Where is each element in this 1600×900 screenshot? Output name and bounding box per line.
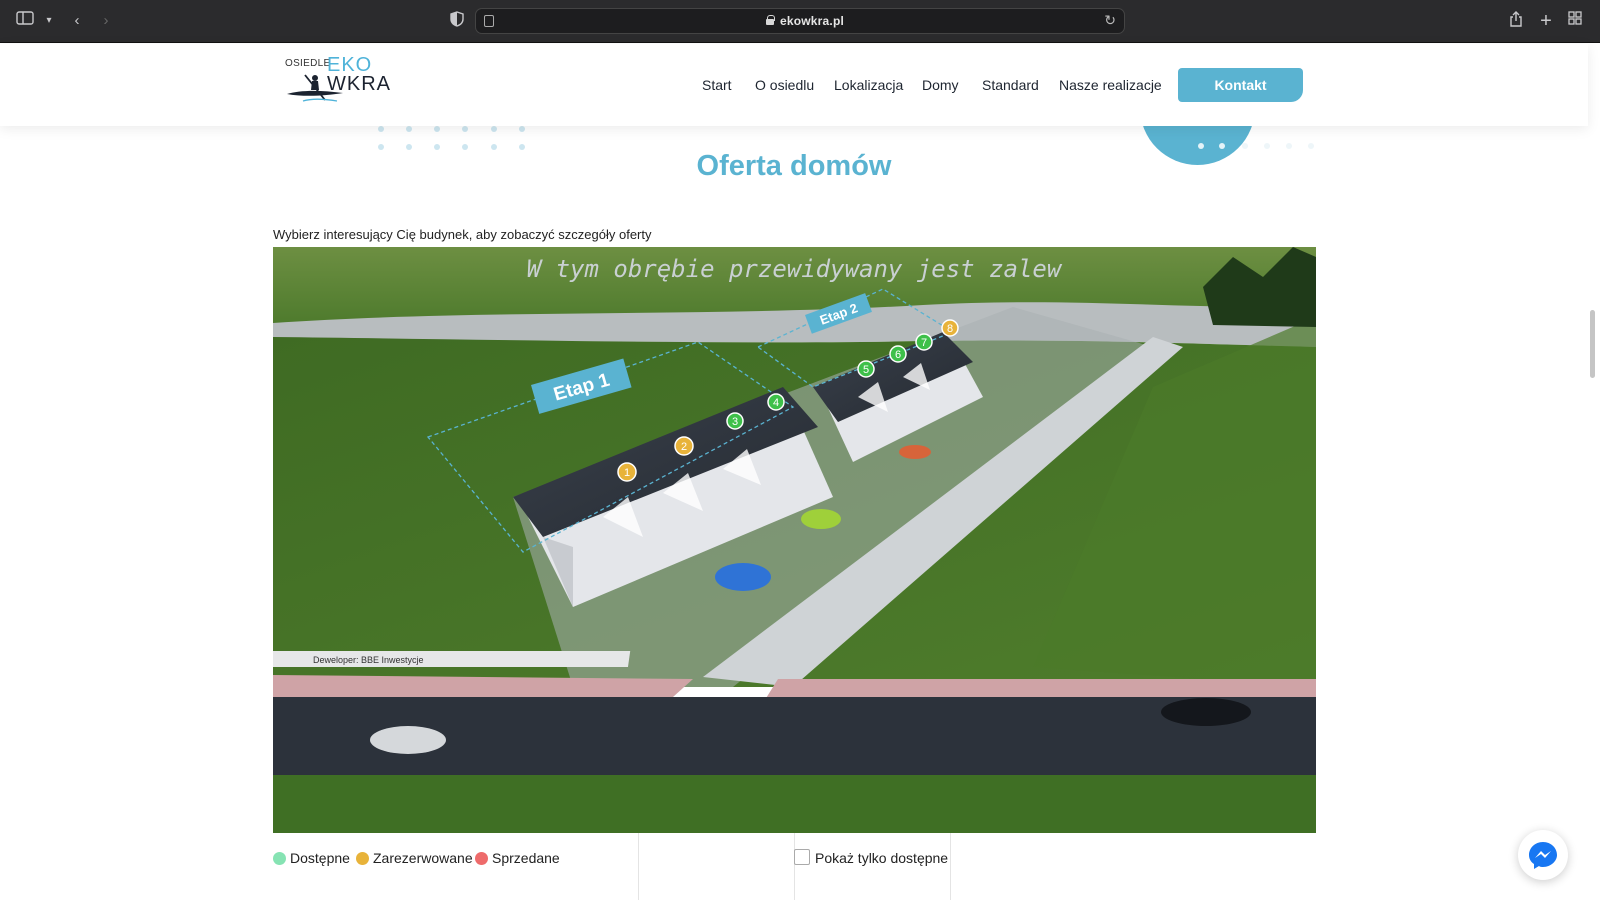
flood-zone-banner: W tym obrębie przewidywany jest zalew — [527, 255, 1063, 283]
forward-icon[interactable]: › — [95, 11, 117, 31]
messenger-icon — [1529, 842, 1557, 869]
decorative-dot — [1286, 143, 1292, 149]
browser-toolbar: ▾ ‹ › ekowkra.pl ↻ + — [0, 0, 1600, 43]
legend-sold: Sprzedane — [475, 850, 560, 866]
house-marker-3[interactable]: 3 — [726, 412, 744, 430]
house-marker-label: 3 — [732, 416, 738, 428]
legend-dot-reserved — [356, 852, 369, 865]
page-title: Oferta domów — [696, 150, 892, 182]
grass-bottom — [273, 775, 1316, 833]
house-marker-6[interactable]: 6 — [889, 345, 907, 363]
decorative-dot — [378, 126, 384, 132]
legend-dot-available — [273, 852, 286, 865]
nav-item-lokalizacja[interactable]: Lokalizacja — [834, 77, 903, 93]
nav-item-domy[interactable]: Domy — [922, 77, 959, 93]
decorative-dot — [1198, 143, 1204, 149]
sidebar-toggle-icon[interactable] — [14, 11, 36, 31]
house-marker-8[interactable]: 8 — [941, 319, 959, 337]
back-icon[interactable]: ‹ — [66, 11, 88, 31]
decorative-dot — [1242, 143, 1248, 149]
car-orange — [899, 445, 931, 459]
estate-aerial-map[interactable]: Deweloper: BBE Inwestycje W tym obrębie … — [273, 247, 1316, 833]
legend-reserved-label: Zarezerwowane — [373, 850, 473, 866]
show-only-available-checkbox[interactable] — [794, 849, 810, 865]
house-marker-label: 6 — [895, 349, 901, 361]
decorative-dot — [491, 126, 497, 132]
kontakt-button[interactable]: Kontakt — [1178, 68, 1303, 102]
house-marker-label: 5 — [863, 364, 869, 376]
site-header: OSIEDLE EKO WKRA Start O osiedlu Lokaliz… — [0, 44, 1588, 126]
legend-dot-sold — [475, 852, 488, 865]
divider — [794, 833, 795, 900]
house-marker-label: 1 — [624, 467, 630, 479]
decorative-dot — [519, 126, 525, 132]
house-marker-5[interactable]: 5 — [857, 360, 875, 378]
house-marker-2[interactable]: 2 — [674, 436, 694, 456]
nav-item-start[interactable]: Start — [702, 77, 732, 93]
car-blue — [715, 563, 771, 591]
legend-reserved: Zarezerwowane — [356, 850, 473, 866]
new-tab-icon[interactable]: + — [1535, 11, 1557, 31]
decorative-dot — [406, 126, 412, 132]
car-black — [1161, 698, 1251, 726]
car-silver — [370, 726, 446, 754]
decorative-dot — [434, 126, 440, 132]
page-icon — [484, 15, 494, 27]
site-logo[interactable]: OSIEDLE EKO WKRA — [285, 54, 395, 112]
house-marker-label: 4 — [773, 397, 779, 409]
page-subtitle: Wybierz interesujący Cię budynek, aby zo… — [273, 227, 652, 242]
house-marker-4[interactable]: 4 — [767, 393, 785, 411]
page-scrollbar[interactable] — [1590, 310, 1595, 378]
decorative-dot — [1308, 143, 1314, 149]
house-marker-label: 7 — [921, 337, 927, 349]
decorative-dot — [1219, 143, 1225, 149]
kayaker-icon — [287, 74, 343, 102]
house-marker-label: 2 — [681, 441, 687, 453]
legend-available-label: Dostępne — [290, 850, 350, 866]
house-marker-7[interactable]: 7 — [915, 333, 933, 351]
developer-sign-text: Deweloper: BBE Inwestycje — [313, 655, 424, 665]
nav-item-standard[interactable]: Standard — [982, 77, 1039, 93]
url-text: ekowkra.pl — [780, 14, 845, 28]
house-marker-1[interactable]: 1 — [617, 462, 637, 482]
shield-icon[interactable] — [446, 11, 468, 31]
divider — [638, 833, 639, 900]
address-bar[interactable]: ekowkra.pl ↻ — [475, 8, 1125, 34]
legend-available: Dostępne — [273, 850, 350, 866]
nav-item-nasze-realizacje[interactable]: Nasze realizacje — [1059, 77, 1162, 93]
show-only-available-label[interactable]: Pokaż tylko dostępne — [815, 850, 948, 866]
decorative-dot — [1264, 143, 1270, 149]
decorative-dot — [462, 126, 468, 132]
chevron-down-icon[interactable]: ▾ — [38, 11, 60, 31]
car-green — [801, 509, 841, 529]
logo-text-osiedle: OSIEDLE — [285, 58, 331, 69]
share-icon[interactable] — [1505, 11, 1527, 31]
nav-item-o-osiedlu[interactable]: O osiedlu — [755, 77, 814, 93]
lock-icon — [766, 15, 775, 25]
reload-icon[interactable]: ↻ — [1104, 12, 1116, 29]
messenger-chat-button[interactable] — [1518, 830, 1568, 880]
house-marker-label: 8 — [947, 323, 953, 335]
tab-overview-icon[interactable] — [1564, 11, 1586, 31]
legend-sold-label: Sprzedane — [492, 850, 560, 866]
divider — [950, 833, 951, 900]
